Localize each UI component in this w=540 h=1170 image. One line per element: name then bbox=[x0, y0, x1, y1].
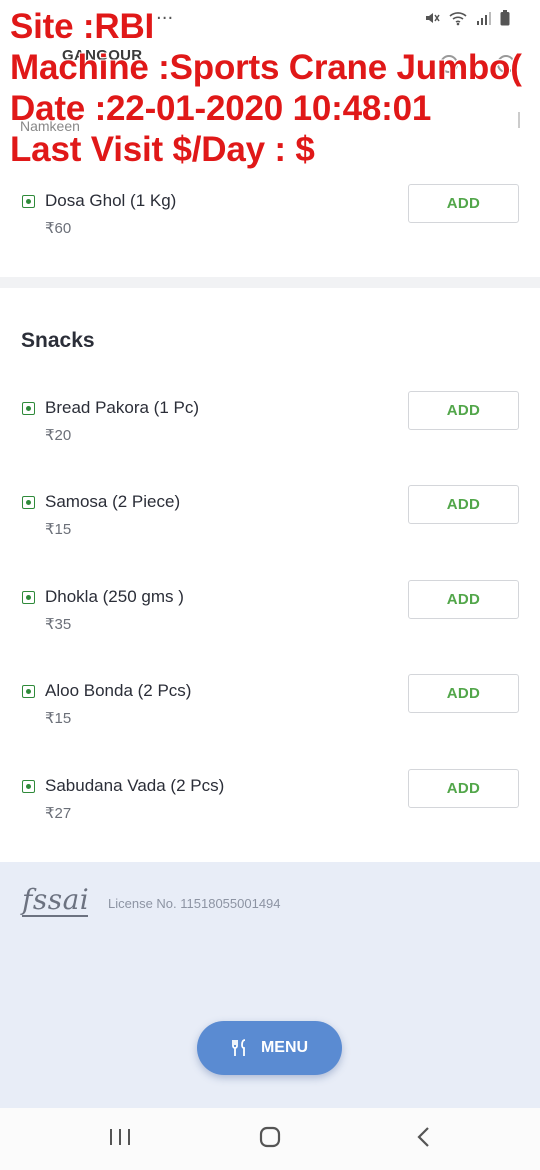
fork-knife-icon bbox=[232, 1039, 246, 1056]
veg-icon bbox=[22, 591, 35, 604]
wifi-icon bbox=[449, 12, 467, 26]
list-item: Sabudana Vada (2 Pcs) ₹27 ADD bbox=[0, 769, 540, 846]
item-price: ₹27 bbox=[45, 805, 72, 822]
section-divider bbox=[0, 277, 540, 288]
fssai-logo: fssai bbox=[22, 883, 90, 916]
veg-icon bbox=[22, 496, 35, 509]
add-button[interactable]: ADD bbox=[408, 580, 519, 619]
menu-label: MENU bbox=[260, 1039, 309, 1056]
item-name: Bread Pakora (1 Pc) bbox=[45, 398, 200, 417]
share-icon[interactable] bbox=[497, 55, 515, 73]
search-icon[interactable] bbox=[440, 55, 458, 73]
veg-icon bbox=[22, 195, 35, 208]
item-price: ₹20 bbox=[45, 427, 72, 444]
item-price: ₹15 bbox=[45, 521, 72, 538]
add-button[interactable]: ADD bbox=[408, 769, 519, 808]
add-button[interactable]: ADD bbox=[408, 674, 519, 713]
section-title-snacks: Snacks bbox=[21, 329, 95, 352]
mute-icon bbox=[426, 13, 440, 23]
category-tab[interactable]: Namkeen bbox=[20, 118, 80, 134]
item-name: Aloo Bonda (2 Pcs) bbox=[45, 681, 192, 700]
veg-icon bbox=[22, 402, 35, 415]
status-bar: ··· bbox=[0, 0, 540, 40]
recent-apps-icon[interactable] bbox=[108, 1126, 132, 1148]
add-button[interactable]: ADD bbox=[408, 485, 519, 524]
item-price: ₹35 bbox=[45, 616, 72, 633]
battery-icon bbox=[500, 10, 510, 26]
signal-icon bbox=[477, 12, 491, 25]
status-icons bbox=[424, 10, 510, 26]
list-item: Aloo Bonda (2 Pcs) ₹15 ADD bbox=[0, 674, 540, 751]
list-item: Dosa Ghol (1 Kg) ₹60 ADD bbox=[0, 184, 540, 261]
item-price: ₹60 bbox=[45, 220, 72, 237]
item-price: ₹15 bbox=[45, 710, 72, 727]
notification-dots: ··· bbox=[156, 8, 174, 29]
item-name: Dosa Ghol (1 Kg) bbox=[45, 191, 177, 210]
veg-icon bbox=[22, 780, 35, 793]
overlay-date: Date :22-01-2020 10:48:01 bbox=[10, 89, 432, 128]
item-name: Samosa (2 Piece) bbox=[45, 492, 181, 511]
android-nav-bar bbox=[0, 1108, 540, 1170]
list-item: Dhokla (250 gms ) ₹35 ADD bbox=[0, 580, 540, 657]
chevron-icon bbox=[518, 112, 520, 128]
license-number: License No. 11518055001494 bbox=[108, 896, 281, 911]
add-button[interactable]: ADD bbox=[408, 391, 519, 430]
list-item: Bread Pakora (1 Pc) ₹20 ADD bbox=[0, 391, 540, 468]
item-name: Sabudana Vada (2 Pcs) bbox=[45, 776, 225, 795]
restaurant-title: GANGOUR bbox=[62, 47, 143, 64]
menu-button[interactable]: MENU bbox=[197, 1021, 342, 1075]
overlay-last-visit: Last Visit $/Day : $ bbox=[10, 130, 315, 169]
veg-icon bbox=[22, 685, 35, 698]
add-button[interactable]: ADD bbox=[408, 184, 519, 223]
home-icon[interactable] bbox=[258, 1126, 282, 1148]
item-name: Dhokla (250 gms ) bbox=[45, 587, 184, 606]
fssai-logo-underline bbox=[22, 915, 88, 917]
list-item: Samosa (2 Piece) ₹15 ADD bbox=[0, 485, 540, 562]
back-icon[interactable] bbox=[412, 1126, 436, 1148]
